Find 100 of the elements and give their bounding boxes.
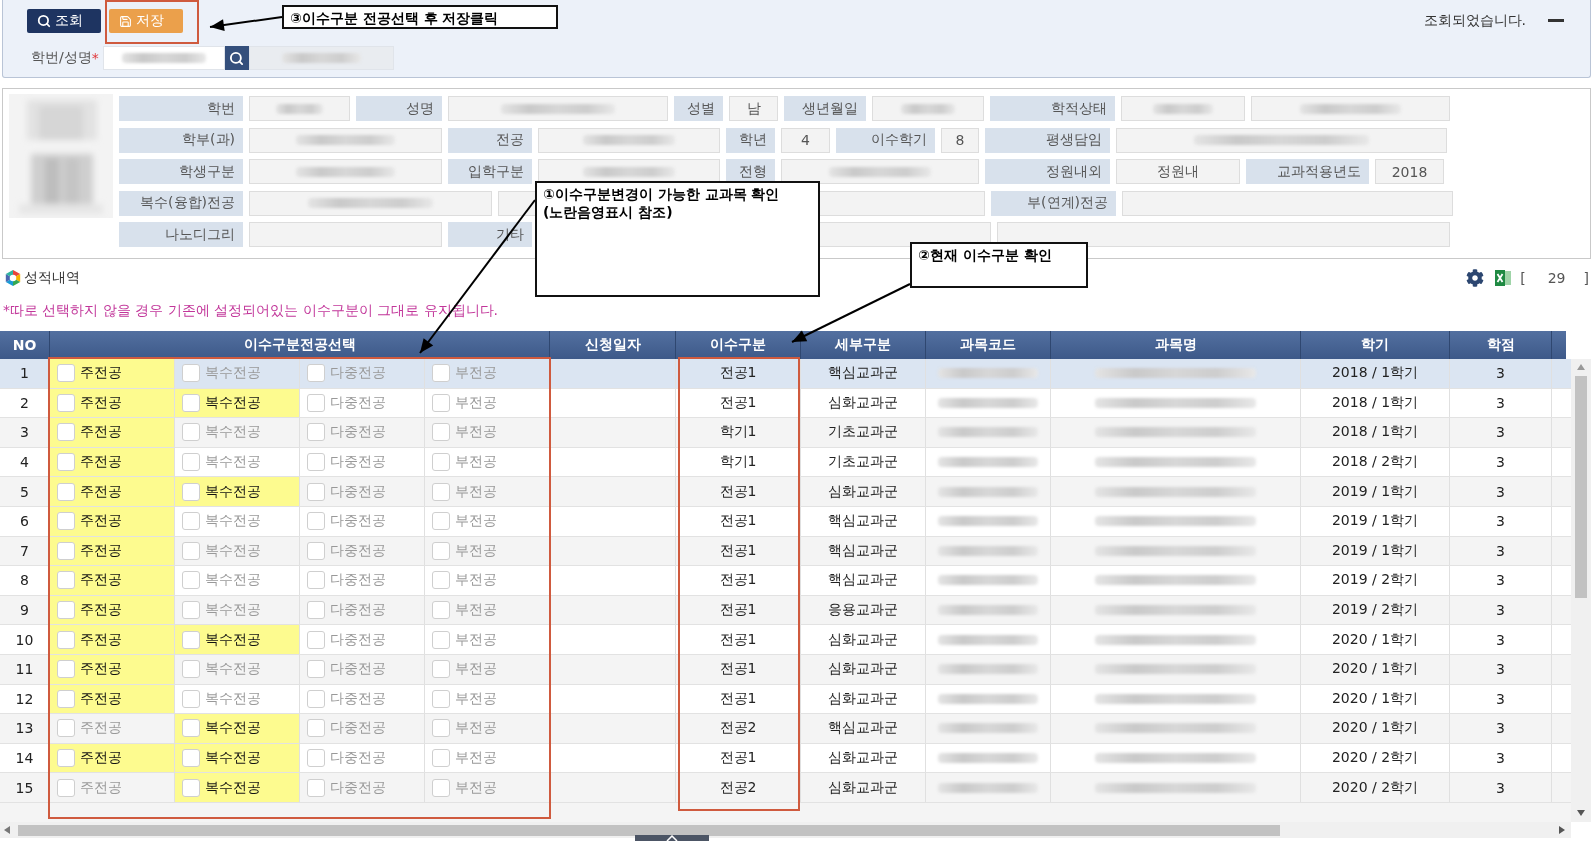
search-button[interactable]: 조회 [27,9,101,33]
table-row[interactable]: 9 주전공 복수전공 다중전공 부전공 전공1 응용교과군 2019 / 2학기 3 [0,595,1571,626]
input-field[interactable] [102,46,225,70]
checkbox[interactable] [432,512,450,531]
vertical-scrollbar[interactable] [1571,359,1591,822]
checkbox[interactable] [182,482,200,501]
field-value: 남 [729,96,778,121]
checkbox[interactable] [432,541,450,560]
checkbox[interactable] [182,689,200,708]
table-cell: 2019 / 1학기 [1301,536,1450,566]
checkbox[interactable] [432,689,450,708]
checkbox[interactable] [432,393,450,412]
checkbox[interactable] [307,482,325,501]
checkbox[interactable] [307,778,325,797]
checkbox[interactable] [57,778,75,797]
table-row[interactable]: 15 주전공 복수전공 다중전공 부전공 전공2 심화교과군 2020 / 2학기 3 [0,773,1571,803]
table-row[interactable]: 11 주전공 복수전공 다중전공 부전공 전공1 심화교과군 2020 / 1학기 3 [0,654,1571,685]
checkbox[interactable] [432,571,450,590]
checkbox[interactable] [307,719,325,738]
table-row[interactable]: 8 주전공 복수전공 다중전공 부전공 전공1 핵심교과군 2019 / 2학기 3 [0,566,1571,596]
checkbox[interactable] [307,689,325,708]
scroll-down-icon[interactable] [1577,810,1585,816]
checkbox[interactable] [307,660,325,679]
checkbox[interactable] [432,601,450,620]
checkbox[interactable] [182,512,200,531]
checkbox[interactable] [57,541,75,560]
settings-icon[interactable] [1466,269,1485,287]
checkbox[interactable] [307,630,325,649]
checkbox[interactable] [182,453,200,472]
checkbox[interactable] [57,423,75,442]
scroll-right-icon[interactable] [1559,826,1565,834]
checkbox[interactable] [57,630,75,649]
checkbox[interactable] [307,601,325,620]
field-label: 학번/성명 [31,49,92,67]
table-row[interactable]: 12 주전공 복수전공 다중전공 부전공 전공1 심화교과군 2020 / 1학기 3 [0,684,1571,715]
checkbox[interactable] [432,453,450,472]
checkbox[interactable] [432,660,450,679]
checkbox[interactable] [182,364,200,383]
checkbox[interactable] [182,541,200,560]
table-row[interactable]: 14 주전공 복수전공 다중전공 부전공 전공1 심화교과군 2020 / 2학기 3 [0,743,1571,774]
table-row[interactable]: 1 주전공 복수전공 다중전공 부전공 전공1 핵심교과군 2018 / 1학기 3 [0,359,1571,389]
checkbox[interactable] [57,482,75,501]
checkbox[interactable] [57,571,75,590]
scroll-left-icon[interactable] [4,826,10,834]
table-row[interactable]: 5 주전공 복수전공 다중전공 부전공 전공1 심화교과군 2019 / 1학기 3 [0,477,1571,507]
checkbox[interactable] [307,512,325,531]
table-cell: 학기1 [676,447,801,477]
checkbox[interactable] [432,778,450,797]
table-row[interactable]: 3 주전공 복수전공 다중전공 부전공 학기1 기초교과군 2018 / 1학기 3 [0,418,1571,448]
table-row[interactable]: 10 주전공 복수전공 다중전공 부전공 전공1 심화교과군 2020 / 1학기 3 [0,625,1571,655]
table-row[interactable]: 2 주전공 복수전공 다중전공 부전공 전공1 심화교과군 2018 / 1학기 3 [0,388,1571,419]
option-label: 복수전공 [205,778,261,797]
checkbox[interactable] [432,630,450,649]
checkbox[interactable] [307,453,325,472]
checkbox[interactable] [307,571,325,590]
table-cell: 전공1 [676,566,801,595]
checkbox[interactable] [182,719,200,738]
horizontal-scrollbar[interactable] [0,822,1571,838]
checkbox[interactable] [57,601,75,620]
table-row[interactable]: 6 주전공 복수전공 다중전공 부전공 전공1 핵심교과군 2019 / 1학기 3 [0,506,1571,537]
option-label: 주전공 [80,571,122,590]
option-label: 주전공 [80,541,122,560]
checkbox[interactable] [182,660,200,679]
checkbox[interactable] [57,689,75,708]
checkbox[interactable] [307,423,325,442]
checkbox[interactable] [57,393,75,412]
checkbox[interactable] [182,778,200,797]
checkbox[interactable] [307,749,325,767]
checkbox[interactable] [432,719,450,738]
scroll-up-icon[interactable] [1577,364,1585,370]
checkbox[interactable] [57,660,75,679]
checkbox[interactable] [182,423,200,442]
checkbox[interactable] [57,749,75,767]
table-cell: 3 [1450,506,1552,536]
checkbox[interactable] [307,364,325,383]
checkbox[interactable] [182,601,200,620]
checkbox[interactable] [57,512,75,531]
checkbox[interactable] [57,364,75,383]
collapse-handle[interactable] [635,835,709,841]
spreadsheet-icon[interactable] [1494,269,1513,287]
checkbox[interactable] [307,393,325,412]
checkbox[interactable] [57,719,75,738]
checkbox[interactable] [182,571,200,590]
checkbox[interactable] [182,749,200,767]
checkbox[interactable] [432,482,450,501]
table-row[interactable]: 7 주전공 복수전공 다중전공 부전공 전공1 핵심교과군 2019 / 1학기 3 [0,536,1571,567]
table-cell: 2020 / 1학기 [1301,714,1450,743]
checkbox[interactable] [182,630,200,649]
checkbox[interactable] [432,364,450,383]
minimize-icon[interactable] [1548,19,1564,23]
checkbox[interactable] [307,541,325,560]
checkbox[interactable] [432,749,450,767]
table-row[interactable]: 4 주전공 복수전공 다중전공 부전공 학기1 기초교과군 2018 / 2학기 3 [0,447,1571,478]
checkbox[interactable] [182,393,200,412]
table-row[interactable]: 13 주전공 복수전공 다중전공 부전공 전공2 핵심교과군 2020 / 1학기 3 [0,714,1571,744]
checkbox[interactable] [432,423,450,442]
table-cell: 심화교과군 [801,684,926,714]
field-label: 학부(과) [119,127,243,153]
checkbox[interactable] [57,453,75,472]
search-button[interactable] [224,46,249,70]
